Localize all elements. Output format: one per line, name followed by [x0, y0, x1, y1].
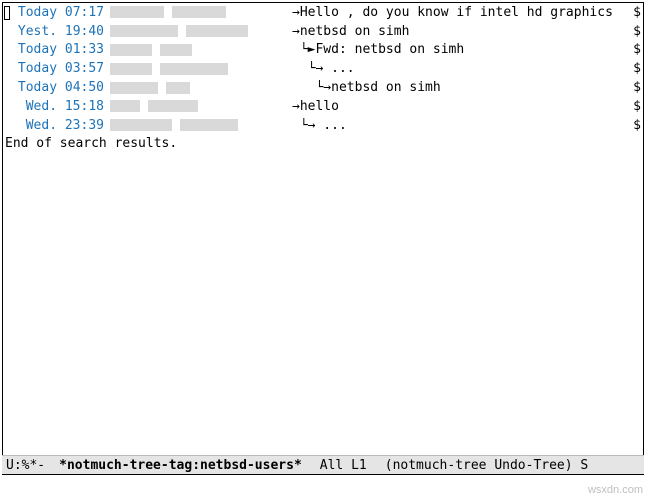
- message-subject-cell: →Hello , do you know if intel hd graphic…: [292, 5, 643, 20]
- truncation-indicator: $: [633, 5, 641, 20]
- truncation-indicator: $: [633, 61, 641, 76]
- message-author: x x: [110, 61, 292, 76]
- message-row[interactable]: Yest. 19:40x x→netbsd on simh $: [3, 22, 643, 41]
- message-author: x x: [110, 42, 292, 57]
- watermark: wsxdn.com: [588, 484, 643, 496]
- message-author: x x: [110, 99, 292, 114]
- message-row[interactable]: Wed. 23:39x x └→ ... $: [3, 116, 643, 135]
- message-subject: Fwd: netbsd on simh: [315, 42, 464, 57]
- message-author: x x: [110, 24, 292, 39]
- message-timestamp: Today 04:50: [10, 80, 110, 95]
- message-buffer: Today 07:17x x→Hello , do you know if in…: [2, 2, 644, 475]
- message-subject-cell: └►Fwd: netbsd on simh $: [292, 42, 643, 57]
- message-row[interactable]: Wed. 15:18x x→hello $: [3, 97, 643, 116]
- message-row[interactable]: Today 01:33x x └►Fwd: netbsd on simh $: [3, 41, 643, 60]
- message-row[interactable]: Today 07:17x x→Hello , do you know if in…: [3, 3, 643, 22]
- message-row[interactable]: Today 03:57x x └→ ... $: [3, 59, 643, 78]
- thread-arrow-icon: └→: [292, 61, 323, 76]
- truncation-indicator: $: [633, 118, 641, 133]
- message-author: x x: [110, 118, 292, 133]
- modeline-buffer-name: *notmuch-tree-tag:netbsd-users*: [59, 458, 302, 473]
- message-timestamp: Today 07:17: [10, 5, 110, 20]
- thread-arrow-icon: →: [292, 5, 300, 20]
- truncation-indicator: $: [633, 99, 641, 114]
- cursor: [4, 6, 10, 20]
- message-author: x x: [110, 80, 292, 95]
- modeline-modes: (notmuch-tree Undo-Tree) S: [385, 458, 589, 473]
- thread-arrow-icon: └→: [292, 80, 331, 95]
- message-subject: Hello , do you know if intel hd graphics: [300, 5, 613, 20]
- truncation-indicator: $: [633, 80, 641, 95]
- end-of-results: End of search results.: [3, 135, 643, 154]
- modeline[interactable]: U:%*- *notmuch-tree-tag:netbsd-users* Al…: [2, 455, 644, 474]
- message-subject-cell: →netbsd on simh $: [292, 24, 643, 39]
- message-timestamp: Wed. 15:18: [10, 99, 110, 114]
- message-subject: netbsd on simh: [300, 24, 410, 39]
- thread-arrow-icon: →: [292, 99, 300, 114]
- message-subject: hello: [300, 99, 339, 114]
- message-subject-cell: →hello $: [292, 99, 643, 114]
- message-subject: ...: [315, 118, 346, 133]
- message-subject-cell: └→ ... $: [292, 118, 643, 133]
- message-timestamp: Today 01:33: [10, 42, 110, 57]
- message-subject-cell: └→netbsd on simh $: [292, 80, 643, 95]
- message-timestamp: Today 03:57: [10, 61, 110, 76]
- message-subject: ...: [323, 61, 354, 76]
- thread-arrow-icon: └→: [292, 118, 315, 133]
- truncation-indicator: $: [633, 24, 641, 39]
- message-timestamp: Yest. 19:40: [10, 24, 110, 39]
- truncation-indicator: $: [633, 42, 641, 57]
- modeline-position: All L1: [302, 458, 385, 473]
- end-of-results-text: End of search results.: [5, 136, 177, 151]
- thread-arrow-icon: └►: [292, 42, 315, 57]
- message-author: x x: [110, 5, 292, 20]
- modeline-status: U:%*-: [2, 458, 59, 473]
- message-timestamp: Wed. 23:39: [10, 118, 110, 133]
- thread-arrow-icon: →: [292, 24, 300, 39]
- message-subject: netbsd on simh: [331, 80, 441, 95]
- message-subject-cell: └→ ... $: [292, 61, 643, 76]
- message-row[interactable]: Today 04:50x x └→netbsd on simh $: [3, 78, 643, 97]
